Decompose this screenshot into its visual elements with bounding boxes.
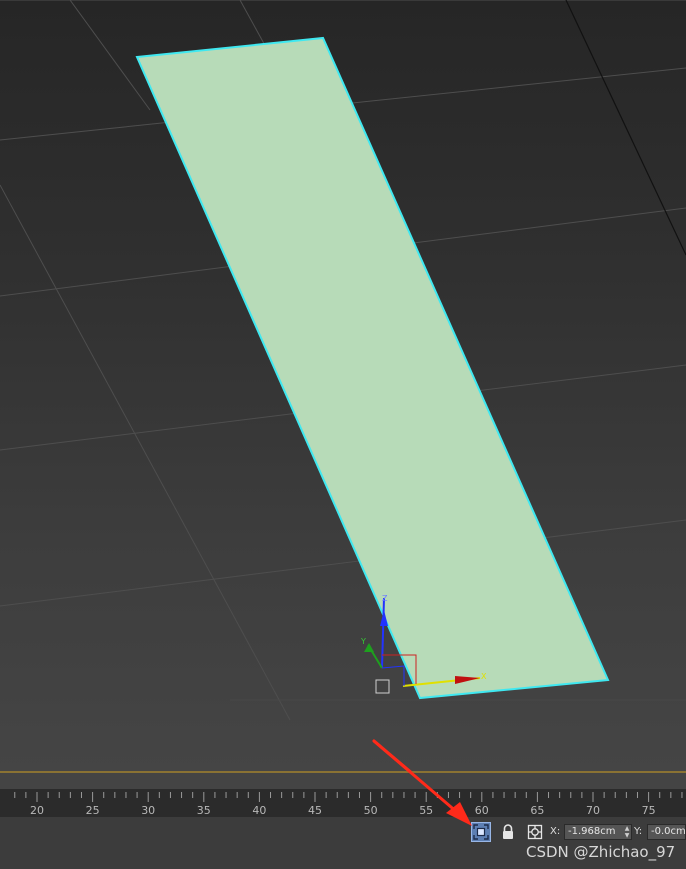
isolate-selection-button[interactable] [471,822,491,842]
ruler-label: 30 [141,804,156,817]
annotation-arrow [372,739,412,771]
y-coordinate-label: Y: [634,826,643,837]
timeline-track[interactable] [0,773,686,789]
pivot-box[interactable] [375,679,390,694]
status-bar: X: -1.968cm ▲ ▼ Y: -0.0cm CSDN @Zhichao_9… [0,817,686,869]
absolute-transform-icon [527,824,543,840]
viewport-scene: Z Y X [0,0,686,771]
scene-edge-line [565,0,686,256]
isolate-selection-icon [473,824,489,840]
lock-icon [503,824,513,839]
watermark: CSDN @Zhichao_97 [526,843,676,861]
xy-plane-handle[interactable] [381,665,405,686]
y-axis-label: Y [360,637,366,646]
viewport[interactable]: Z Y X [0,0,686,771]
grid-line [0,519,686,607]
x-spinner[interactable]: ▲ ▼ [623,825,631,839]
ruler-label: 55 [419,804,434,817]
z-axis-label: Z [382,594,388,603]
ruler-label: 60 [474,804,489,817]
y-coordinate-field[interactable]: -0.0cm [647,824,686,840]
selected-plane[interactable] [135,36,610,700]
ruler-label: 40 [252,804,267,817]
ruler-label: 20 [30,804,44,817]
absolute-mode-button[interactable] [525,822,545,842]
x-coordinate-field[interactable]: -1.968cm [564,824,632,840]
ruler-label: 45 [308,804,322,817]
ruler-label: 50 [363,804,378,817]
ruler-ticks [14,792,683,802]
ruler-label: 65 [530,804,545,817]
ruler-label: 70 [586,804,600,817]
ruler-label: 25 [85,804,100,817]
ruler-label: 75 [641,804,656,817]
x-coordinate-label: X: [550,826,561,837]
ruler-label: 35 [196,804,211,817]
x-axis-label: X [481,672,487,681]
frame-ruler[interactable]: 20 25 30 35 40 45 50 55 60 65 70 75 [0,789,686,817]
selection-lock-button[interactable] [498,822,518,842]
grid-line [69,0,151,111]
